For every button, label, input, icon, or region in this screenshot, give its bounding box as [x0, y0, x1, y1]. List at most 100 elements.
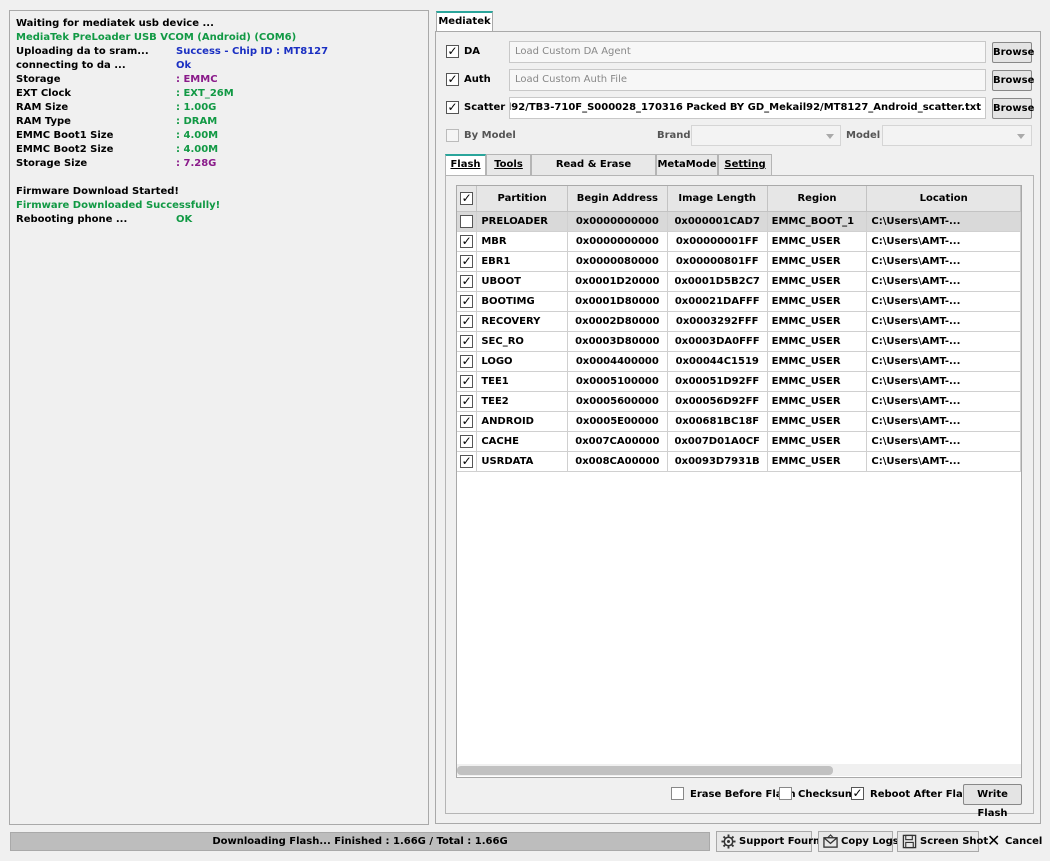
table-row[interactable]: ✓ RECOVERY 0x0002D80000 0x0003292FFF EMMC_US… [457, 311, 1021, 332]
log-line: MediaTek PreLoader USB VCOM (Android) (C… [16, 31, 422, 45]
da-browse-button[interactable]: Browse [992, 42, 1034, 63]
log-key: Firmware Download Started! [16, 186, 179, 197]
tab-tools-label: Tools [494, 159, 523, 170]
tab-tools[interactable]: Tools [486, 154, 531, 175]
image-length-cell: 0x0003DA0FFF [667, 331, 768, 352]
image-length-cell: 0x00000001FF [667, 231, 768, 252]
region-cell: EMMC_USER [767, 431, 868, 452]
row-checkbox[interactable]: ✓ [460, 354, 474, 368]
model-select[interactable] [882, 125, 1032, 146]
tab-mediatek[interactable]: Mediatek [436, 11, 493, 32]
table-row[interactable]: ✓ BOOTIMG 0x0001D80000 0x00021DAFFF EMMC_USE… [457, 291, 1021, 312]
log-line: EMMC Boot1 Size: 4.00M [16, 129, 422, 143]
select-all-checkbox[interactable]: ✓ [460, 191, 474, 205]
location-cell: C:\Users\AMT-... [866, 391, 1021, 412]
erase-before-flash-checkbox[interactable] [671, 787, 684, 800]
table-row[interactable]: ✓ SEC_RO 0x0003D80000 0x0003DA0FFF EMMC_USER… [457, 331, 1021, 352]
scatter-checkbox[interactable]: ✓ [446, 101, 459, 114]
row-checkbox[interactable]: ✓ [460, 314, 474, 328]
location-cell: C:\Users\AMT-... [866, 211, 1021, 232]
log-key: Rebooting phone ... [16, 214, 128, 225]
log-line: Rebooting phone ... OK [16, 213, 422, 227]
row-checkbox[interactable]: ✓ [460, 374, 474, 388]
reboot-after-flash-checkbox[interactable]: ✓ [851, 787, 864, 800]
row-checkbox[interactable]: ✓ [460, 454, 474, 468]
table-row[interactable]: ✓ LOGO 0x0004400000 0x00044C1519 EMMC_USER C:… [457, 351, 1021, 372]
location-cell: C:\Users\AMT-... [866, 371, 1021, 392]
table-row[interactable]: ✓ ANDROID 0x0005E00000 0x00681BC18F EMMC_USE… [457, 411, 1021, 432]
row-checkbox[interactable]: ✓ [460, 334, 474, 348]
log-value: Ok [176, 60, 192, 71]
auth-label: Auth [464, 74, 491, 85]
tab-read-erase[interactable]: Read & Erase Operation [531, 154, 656, 190]
select-all-header[interactable]: ✓ [457, 186, 478, 212]
partition-cell: TEE1 [476, 371, 568, 392]
support-forum-label: Support Fourm [739, 836, 824, 847]
tab-flash[interactable]: Flash [445, 154, 486, 175]
col-begin-address[interactable]: Begin Address [567, 186, 668, 212]
log-value: : 4.00M [176, 144, 219, 155]
by-model-checkbox[interactable] [446, 129, 459, 142]
row-checkbox[interactable]: ✓ [460, 434, 474, 448]
da-field[interactable]: Load Custom DA Agent [509, 41, 986, 63]
row-checkbox[interactable]: ✓ [460, 254, 474, 268]
auth-field[interactable]: Load Custom Auth File [509, 69, 986, 91]
status-progress-bar: Downloading Flash... Finished : 1.66G / … [10, 832, 710, 851]
partition-cell: UBOOT [476, 271, 568, 292]
scatter-field[interactable]: ced BY GD_Mekail92/TB3-710F_S000028_1703… [509, 97, 986, 119]
row-checkbox[interactable]: ✓ [460, 274, 474, 288]
table-header: ✓ Partition Begin Address Image Length R… [457, 186, 1021, 212]
scrollbar-thumb[interactable] [457, 766, 833, 775]
da-checkbox[interactable]: ✓ [446, 45, 459, 58]
tab-setting[interactable]: Setting [718, 154, 772, 175]
table-row[interactable]: ✓ EBR1 0x0000080000 0x00000801FF EMMC_USER C:… [457, 251, 1021, 272]
cancel-button[interactable]: ✕ Cancel [985, 831, 1042, 852]
location-cell: C:\Users\AMT-... [866, 291, 1021, 312]
image-length-cell: 0x0003292FFF [667, 311, 768, 332]
log-line: Uploading da to sram... Success - Chip ID… [16, 45, 422, 59]
col-region[interactable]: Region [767, 186, 868, 212]
partition-cell: TEE2 [476, 391, 568, 412]
table-row[interactable]: ✓ USRDATA 0x008CA00000 0x0093D7931B EMMC_USE… [457, 451, 1021, 472]
row-check-cell: ✓ [457, 431, 478, 452]
brand-label: Brand [657, 130, 691, 141]
row-checkbox[interactable] [460, 214, 474, 228]
region-cell: EMMC_USER [767, 391, 868, 412]
table-row[interactable]: PRELOADER 0x0000000000 0x000001CAD7 EMMC_BO… [457, 211, 1021, 232]
row-check-cell: ✓ [457, 391, 478, 412]
horizontal-scrollbar[interactable] [457, 764, 1021, 776]
image-length-cell: 0x0001D5B2C7 [667, 271, 768, 292]
partition-cell: BOOTIMG [476, 291, 568, 312]
region-cell: EMMC_USER [767, 291, 868, 312]
row-checkbox[interactable]: ✓ [460, 394, 474, 408]
checksum-checkbox[interactable] [779, 787, 792, 800]
support-forum-button[interactable]: Support Fourm [716, 831, 823, 852]
brand-select[interactable] [691, 125, 841, 146]
table-row[interactable]: ✓ UBOOT 0x0001D20000 0x0001D5B2C7 EMMC_USER C… [457, 271, 1021, 292]
col-image-length[interactable]: Image Length [667, 186, 768, 212]
region-cell: EMMC_USER [767, 451, 868, 472]
region-cell: EMMC_USER [767, 231, 868, 252]
partition-table: ✓ Partition Begin Address Image Length R… [456, 185, 1022, 778]
screenshot-button[interactable]: Screen Shot [897, 831, 988, 852]
location-cell: C:\Users\AMT-... [866, 411, 1021, 432]
row-checkbox[interactable]: ✓ [460, 234, 474, 248]
log-key: RAM Size [16, 102, 69, 113]
col-partition[interactable]: Partition [476, 186, 568, 212]
col-location[interactable]: Location [866, 186, 1021, 212]
row-checkbox[interactable]: ✓ [460, 414, 474, 428]
location-cell: C:\Users\AMT-... [866, 271, 1021, 292]
log-key: Waiting for mediatek usb device ... [16, 18, 214, 29]
scatter-browse-button[interactable]: Browse [992, 98, 1034, 119]
tab-metamode[interactable]: MetaMode [656, 154, 718, 175]
table-row[interactable]: ✓ MBR 0x0000000000 0x00000001FF EMMC_USER C:\… [457, 231, 1021, 252]
write-flash-button[interactable]: Write Flash [963, 784, 1022, 819]
auth-browse-button[interactable]: Browse [992, 70, 1034, 91]
table-row[interactable]: ✓ TEE2 0x0005600000 0x00056D92FF EMMC_USER C:… [457, 391, 1021, 412]
auth-checkbox[interactable]: ✓ [446, 73, 459, 86]
row-check-cell: ✓ [457, 411, 478, 432]
table-row[interactable]: ✓ TEE1 0x0005100000 0x00051D92FF EMMC_USER C:… [457, 371, 1021, 392]
table-row[interactable]: ✓ CACHE 0x007CA00000 0x007D01A0CF EMMC_USER C… [457, 431, 1021, 452]
row-checkbox[interactable]: ✓ [460, 294, 474, 308]
copy-logs-button[interactable]: Copy Logs [818, 831, 899, 852]
